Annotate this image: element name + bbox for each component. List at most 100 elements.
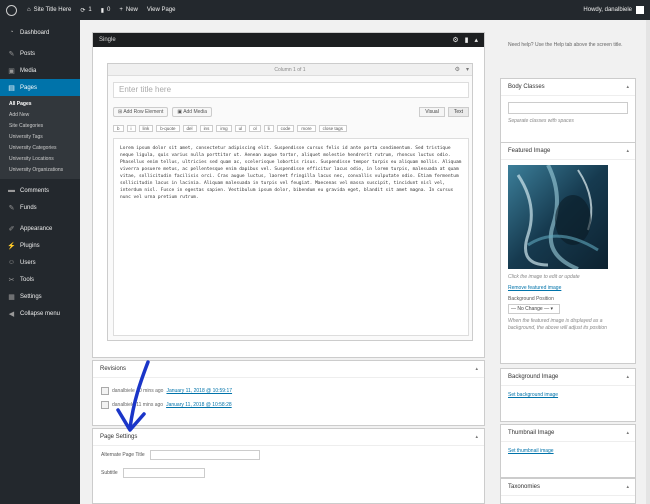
submenu-item-university-tags[interactable]: University Tags	[0, 132, 80, 143]
quicktag-button[interactable]: b	[113, 124, 124, 132]
background-position-select[interactable]: — No Change — ▾	[508, 304, 560, 314]
comment-icon: ▮	[100, 7, 104, 14]
body-classes-box: Body Classes ▴ Separate classes with spac…	[500, 78, 636, 150]
subtitle-input[interactable]	[122, 468, 205, 478]
trash-icon[interactable]: ▮	[465, 36, 469, 44]
collapse-arrow-icon[interactable]: ▴	[475, 366, 478, 372]
view-page-link[interactable]: View Page	[147, 7, 176, 13]
quicktag-button[interactable]: close tags	[318, 124, 347, 132]
pages-submenu: All Pages Add New Site Categories Univer…	[0, 96, 80, 179]
featured-image-thumbnail[interactable]	[508, 164, 608, 271]
sidebar-item-appearance[interactable]: ✐ Appearance	[0, 220, 80, 237]
wrench-icon: ✂	[8, 276, 15, 284]
site-title-link[interactable]: ⌂ Site Title Here	[27, 7, 71, 13]
page-settings-box: Page Settings ▴ Alternate Page Title Subt…	[92, 428, 485, 504]
sidebar-item-media[interactable]: ▣ Media	[0, 62, 80, 79]
revision-link[interactable]: January 11, 2018 @ 10:59:17	[166, 388, 232, 394]
media-icon: ▣	[8, 67, 15, 75]
builder-header: Single ⚙ ▮ ▴	[93, 33, 484, 47]
sidebar-item-tools[interactable]: ✂ Tools	[0, 271, 80, 288]
collapse-icon: ◀	[8, 310, 15, 318]
pages-icon: ▤	[8, 84, 15, 92]
updates-link[interactable]: ⟳ 1	[80, 7, 91, 14]
set-background-image-link[interactable]: Set background image	[508, 392, 558, 398]
collapse-arrow-icon[interactable]: ▴	[474, 36, 478, 44]
thumbnail-image-title[interactable]: Thumbnail Image ▴	[501, 425, 635, 442]
taxonomies-title[interactable]: Taxonomies ▴	[501, 479, 635, 496]
quicktag-button[interactable]: ins	[199, 124, 214, 132]
quicktags-toolbar: b i link b-quote del ins img ul ol li co…	[113, 122, 469, 134]
alternate-title-row: Alternate Page Title	[93, 446, 484, 464]
add-media-button[interactable]: ▣ Add Media	[172, 107, 213, 117]
comments-link[interactable]: ▮ 0	[101, 7, 111, 14]
quicktag-button[interactable]: del	[182, 124, 197, 132]
toggle-arrow-icon[interactable]: ▾	[466, 64, 469, 76]
sidebar-item-pages[interactable]: ▤ Pages	[0, 79, 80, 96]
gear-icon[interactable]: ⚙	[455, 64, 460, 76]
collapse-menu-button[interactable]: ◀ Collapse menu	[0, 305, 80, 322]
sidebar-item-posts[interactable]: ✎ Posts	[0, 45, 80, 62]
pin-icon: ✎	[8, 50, 15, 58]
comments-icon: ▬	[8, 187, 15, 194]
body-classes-input[interactable]	[508, 102, 628, 114]
account-menu[interactable]: Howdy, danalbiele	[583, 6, 644, 14]
submenu-item-add-new[interactable]: Add New	[0, 110, 80, 121]
tab-visual[interactable]: Visual	[419, 107, 445, 117]
quicktag-button[interactable]: ol	[249, 124, 261, 132]
quicktag-button[interactable]: img	[216, 124, 232, 132]
body-classes-title[interactable]: Body Classes ▴	[501, 79, 635, 96]
sidebar-item-settings[interactable]: ▦ Settings	[0, 288, 80, 305]
tab-text[interactable]: Text	[447, 107, 469, 117]
featured-image-box: Featured Image ▴ Click the image to edit …	[500, 142, 636, 364]
updates-icon: ⟳	[80, 7, 86, 14]
quicktag-button[interactable]: b-quote	[156, 124, 180, 132]
taxonomies-box: Taxonomies ▴	[500, 478, 636, 504]
media-toolbar: ⊞ Add Row Element ▣ Add Media Visual Tex…	[113, 106, 469, 118]
quicktag-button[interactable]: link	[138, 124, 154, 132]
collapse-arrow-icon[interactable]: ▴	[626, 430, 629, 436]
submenu-item-site-categories[interactable]: Site Categories	[0, 121, 80, 132]
content-editor[interactable]: Lorem ipsum dolor sit amet, consectetur …	[113, 138, 469, 336]
featured-image-title[interactable]: Featured Image ▴	[501, 143, 635, 160]
settings-icon: ▦	[8, 293, 15, 301]
collapse-arrow-icon[interactable]: ▴	[626, 84, 629, 90]
quicktag-button[interactable]: i	[126, 124, 136, 132]
revision-link[interactable]: January 11, 2018 @ 10:58:28	[166, 402, 232, 408]
set-thumbnail-image-link[interactable]: Set thumbnail image	[508, 448, 554, 454]
gear-icon[interactable]: ⚙	[452, 36, 458, 44]
help-text: Need help? Use the Help tab above the sc…	[508, 42, 623, 48]
plus-icon: +	[119, 7, 123, 13]
quicktag-button[interactable]: more	[297, 124, 316, 132]
collapse-arrow-icon[interactable]: ▴	[626, 374, 629, 380]
wordpress-logo-icon[interactable]	[6, 4, 17, 16]
body-classes-hint: Separate classes with spaces	[508, 118, 574, 124]
collapse-arrow-icon[interactable]: ▴	[475, 434, 478, 440]
submenu-item-university-locations[interactable]: University Locations	[0, 154, 80, 165]
main-content: Single ⚙ ▮ ▴ Column 1 of 1 ⚙ ▾ Enter tit…	[80, 20, 650, 504]
submenu-item-university-categories[interactable]: University Categories	[0, 143, 80, 154]
sidebar-item-comments[interactable]: ▬ Comments	[0, 182, 80, 199]
quicktag-button[interactable]: code	[276, 124, 295, 132]
remove-featured-image-link[interactable]: Remove featured image	[508, 285, 561, 291]
sidebar-item-funds[interactable]: ✎ Funds	[0, 199, 80, 216]
add-row-element-button[interactable]: ⊞ Add Row Element	[113, 107, 169, 117]
pin-icon: ✎	[8, 204, 15, 212]
collapse-arrow-icon[interactable]: ▴	[626, 484, 629, 490]
scrollbar[interactable]	[646, 20, 650, 504]
sidebar-item-plugins[interactable]: ⚡ Plugins	[0, 237, 80, 254]
background-image-title[interactable]: Background Image ▴	[501, 369, 635, 386]
submenu-item-all-pages[interactable]: All Pages	[0, 99, 80, 110]
alternate-title-input[interactable]	[149, 450, 260, 460]
sidebar-item-dashboard[interactable]: ◔ Dashboard	[0, 24, 80, 41]
new-content-link[interactable]: + New	[119, 7, 138, 13]
featured-image-note: When the featured image is displayed as …	[508, 318, 607, 331]
thumbnail-image-box: Thumbnail Image ▴ Set thumbnail image	[500, 424, 636, 478]
title-input[interactable]: Enter title here	[113, 82, 469, 98]
collapse-arrow-icon[interactable]: ▴	[626, 148, 629, 154]
quicktag-button[interactable]: li	[263, 124, 274, 132]
page-builder: Single ⚙ ▮ ▴ Column 1 of 1 ⚙ ▾ Enter tit…	[92, 32, 485, 358]
sidebar-item-users[interactable]: ☺ Users	[0, 254, 80, 271]
quicktag-button[interactable]: ul	[234, 124, 247, 132]
admin-sidebar: ◔ Dashboard ✎ Posts ▣ Media ▤ Pages All Page…	[0, 20, 80, 504]
submenu-item-university-organizations[interactable]: University Organizations	[0, 165, 80, 176]
